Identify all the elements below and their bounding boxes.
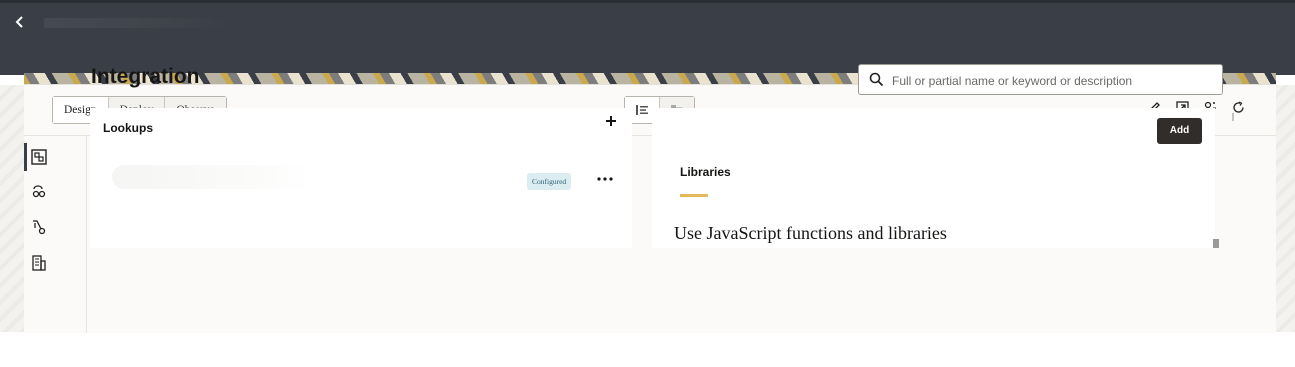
search-icon <box>869 72 884 87</box>
libraries-icon <box>32 255 46 271</box>
search-input[interactable] <box>890 70 1219 92</box>
tab-libraries[interactable]: Libraries <box>680 165 731 179</box>
scrollbar-track[interactable] <box>1232 113 1234 121</box>
lookup-item-name[interactable] <box>112 165 312 189</box>
tab-underline <box>680 194 708 197</box>
scrollbar-thumb[interactable] <box>1213 239 1219 248</box>
search-box[interactable] <box>858 64 1223 95</box>
add-lookup-button[interactable] <box>606 113 616 131</box>
section-heading: Use JavaScript functions and libraries <box>674 223 947 243</box>
nav-lookups[interactable] <box>24 213 86 241</box>
nav-connections[interactable] <box>24 177 86 205</box>
redacted-title <box>44 18 229 28</box>
back-button[interactable] <box>10 14 30 34</box>
list-view-icon <box>636 105 648 115</box>
refresh-icon <box>1232 100 1244 113</box>
more-actions-button[interactable] <box>597 168 613 186</box>
nav-libraries[interactable] <box>24 249 86 277</box>
page-title: Integration <box>91 65 200 88</box>
chevron-left-icon <box>15 16 23 28</box>
left-nav <box>24 135 87 333</box>
more-icon <box>597 177 613 181</box>
add-button[interactable]: Add <box>1157 118 1202 144</box>
header-divider <box>0 0 1295 3</box>
lookups-title: Lookups <box>103 121 153 135</box>
lookups-icon <box>33 220 46 235</box>
integration-icon <box>31 149 47 165</box>
libraries-card: Add Libraries Use JavaScript functions a… <box>652 108 1215 248</box>
plus-icon <box>606 116 616 126</box>
nav-integration[interactable] <box>24 143 86 171</box>
status-badge: Configured <box>527 173 572 190</box>
connections-icon <box>32 185 46 198</box>
lookups-card: Lookups Configured <box>90 108 632 248</box>
